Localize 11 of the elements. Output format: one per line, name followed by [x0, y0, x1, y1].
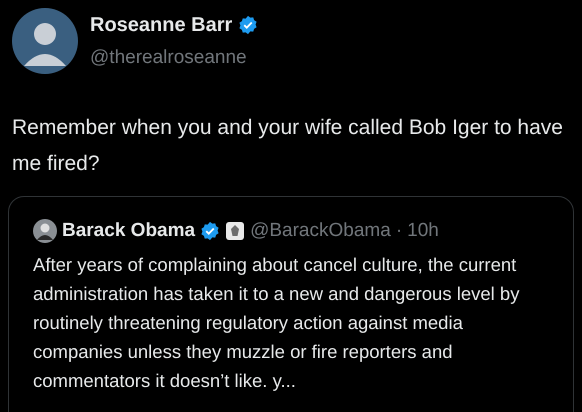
quoted-author-handle[interactable]: @BarackObama — [250, 217, 391, 246]
quoted-tweet-card[interactable] — [8, 196, 574, 412]
author-name[interactable]: Roseanne Barr — [90, 10, 232, 40]
timestamp: 10h — [407, 219, 439, 243]
separator: · — [396, 219, 402, 243]
avatar[interactable] — [33, 219, 57, 244]
quoted-tweet-text: After years of complaining about cancel culture, the current administration has taken it to a new and dangerous level by routinely threatening regulatory action against media companies unless they muzzle or fire reporters and commentators it doesn’t like. y... — [33, 252, 520, 393]
quoted-author-name[interactable]: Barack Obama — [62, 217, 196, 246]
tweet-text: Remember when you and your wife called Bob Iger to have me fired? — [11, 115, 564, 177]
avatar[interactable] — [12, 8, 78, 74]
author-handle[interactable]: @therealroseanne — [90, 44, 258, 72]
